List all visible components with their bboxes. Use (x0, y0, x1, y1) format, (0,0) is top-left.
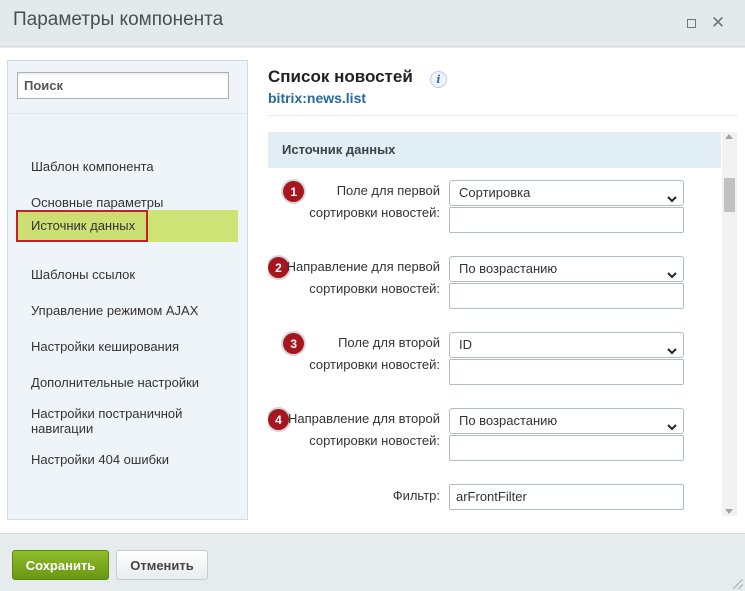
sidebar-divider (8, 113, 247, 114)
info-icon[interactable]: i (430, 71, 447, 88)
sidebar-item-pagination[interactable]: Настройки постраничной навигации (16, 406, 216, 436)
sidebar-item-ajax[interactable]: Управление режимом AJAX (16, 303, 238, 318)
close-icon[interactable]: ✕ (709, 13, 727, 32)
filter-label: Фильтр: (392, 488, 440, 503)
sort-extra-input-3[interactable] (449, 359, 684, 385)
step-badge: 4 (268, 409, 289, 430)
step-badge: 1 (283, 181, 305, 202)
field-label-line: Поле для второй (338, 335, 440, 350)
scrollbar[interactable] (722, 132, 737, 516)
sort-select-2[interactable]: По возрастанию (449, 256, 684, 282)
step-badge: 3 (283, 333, 305, 354)
sidebar-item-additional[interactable]: Дополнительные настройки (16, 375, 238, 390)
field-label-line: Поле для первой (336, 183, 440, 198)
field-label-line: Направление для второй (287, 411, 440, 426)
select-value: ID (459, 337, 472, 352)
search-input[interactable] (17, 72, 229, 99)
dialog-content: Шаблон компонента Основные параметры Ист… (0, 48, 745, 533)
chevron-down-icon (667, 340, 677, 355)
sidebar-item-basic-params[interactable]: Основные параметры (16, 195, 238, 210)
component-code: bitrix:news.list (268, 90, 367, 106)
sort-extra-input-4[interactable] (449, 435, 684, 461)
save-button[interactable]: Сохранить (12, 550, 109, 580)
dialog-footer: Сохранить Отменить (0, 533, 745, 591)
settings-panel: Источник данных 1 Поле для первой сортиров… (268, 132, 737, 516)
sort-extra-input-2[interactable] (449, 283, 684, 309)
scroll-down-icon[interactable] (725, 509, 733, 514)
sidebar-item-caching[interactable]: Настройки кеширования (16, 339, 238, 354)
field-label: Направление для второй сортировки новосте… (288, 408, 440, 452)
field-label-line: Направление для первой (286, 259, 440, 274)
title-bar: Параметры компонента ✕ (0, 0, 745, 47)
sidebar-item-404[interactable]: Настройки 404 ошибки (16, 452, 238, 467)
select-value: По возрастанию (459, 413, 558, 428)
page-title: Список новостей (268, 67, 413, 86)
chevron-down-icon (667, 264, 677, 279)
field-label-line: сортировки новостей: (309, 357, 440, 372)
sort-extra-input-1[interactable] (449, 207, 684, 233)
field-label-line: сортировки новостей: (309, 433, 440, 448)
sidebar-item-link-templates[interactable]: Шаблоны ссылок (16, 267, 238, 282)
scroll-up-icon[interactable] (725, 134, 733, 139)
scroll-thumb[interactable] (724, 178, 735, 212)
section-header: Источник данных (268, 132, 721, 168)
chevron-down-icon (667, 188, 677, 203)
sort-select-1[interactable]: Сортировка (449, 180, 684, 206)
sort-select-3[interactable]: ID (449, 332, 684, 358)
header-divider (268, 115, 738, 116)
chevron-down-icon (667, 416, 677, 431)
sort-select-4[interactable]: По возрастанию (449, 408, 684, 434)
dialog-title: Параметры компонента (13, 9, 224, 30)
sidebar: Шаблон компонента Основные параметры Ист… (7, 60, 248, 520)
field-label-line: сортировки новостей: (309, 205, 440, 220)
maximize-icon[interactable] (682, 14, 700, 32)
select-value: Сортировка (459, 185, 531, 200)
field-label: Направление для первой сортировки новосте… (287, 256, 440, 300)
field-label: Поле для второй сортировки новостей: (309, 332, 440, 376)
resize-handle[interactable] (733, 579, 743, 589)
cancel-button[interactable]: Отменить (116, 550, 208, 580)
sidebar-item-data-source[interactable]: Источник данных (16, 210, 148, 242)
field-label-line: сортировки новостей: (309, 281, 440, 296)
filter-input[interactable]: arFrontFilter (449, 484, 684, 510)
select-value: По возрастанию (459, 261, 558, 276)
sidebar-item-template[interactable]: Шаблон компонента (16, 159, 238, 174)
field-label: Поле для первой сортировки новостей: (309, 180, 440, 224)
